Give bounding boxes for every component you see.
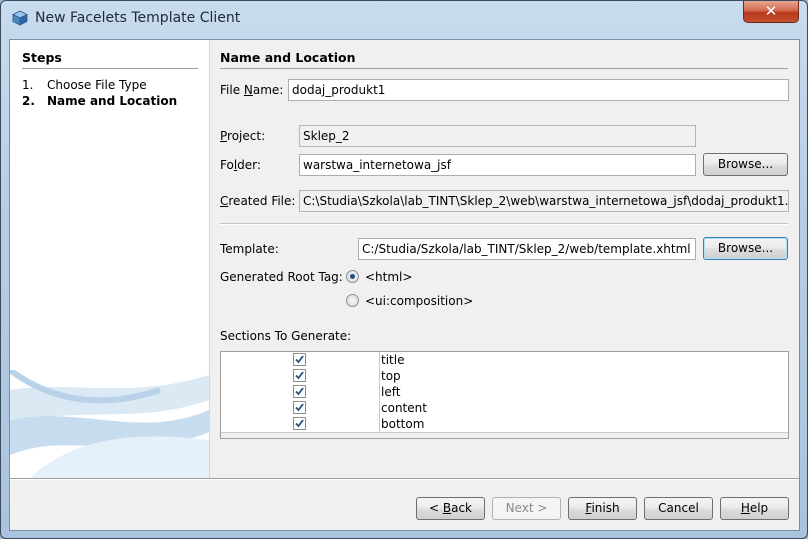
button-mnemonic: B — [442, 501, 452, 515]
section-checkbox[interactable] — [293, 385, 306, 398]
folder-browse-button[interactable]: Browse... — [703, 153, 788, 176]
separator — [220, 223, 788, 225]
dialog-content: Steps 1. Choose File Type 2. Name and Loca… — [9, 39, 800, 531]
back-button[interactable]: < Back — [416, 497, 485, 520]
next-button[interactable]: Next > — [492, 497, 561, 520]
swoosh-decoration-icon — [10, 370, 209, 478]
section-checkbox[interactable] — [293, 369, 306, 382]
steps-title: Steps — [22, 50, 198, 69]
button-label: elp — [749, 501, 769, 515]
table-row[interactable]: left — [221, 384, 788, 401]
step-label: Choose File Type — [47, 78, 147, 92]
label-text: File — [220, 83, 244, 97]
folder-input[interactable]: warstwa_internetowa_jsf — [299, 154, 696, 176]
window-title: New Facelets Template Client — [35, 10, 241, 26]
checkmark-icon — [295, 371, 304, 380]
project-field: Sklep_2 — [299, 125, 696, 147]
section-name: content — [381, 401, 427, 415]
button-label: < — [428, 501, 443, 515]
label-mnemonic: N — [243, 83, 253, 97]
button-label: Browse — [717, 157, 762, 171]
section-name: title — [381, 353, 405, 367]
project-label: Project: — [220, 129, 265, 143]
sections-table: title top left content bottom — [220, 351, 789, 439]
label-mnemonic: P — [220, 129, 228, 143]
checkmark-icon — [295, 419, 304, 428]
table-row[interactable]: bottom — [221, 416, 788, 433]
checkmark-icon — [295, 403, 304, 412]
file-name-label: File Name: — [220, 83, 283, 97]
button-label: inish — [591, 501, 620, 515]
root-tag-label: Generated Root Tag: — [220, 270, 343, 284]
created-file-field: C:\Studia\Szkola\lab_TINT\Sklep_2\web\wa… — [299, 190, 789, 212]
section-checkbox[interactable] — [293, 417, 306, 430]
name-location-panel: Name and Location File Name: dodaj_produ… — [209, 40, 799, 478]
table-row[interactable]: content — [221, 400, 788, 417]
section-checkbox[interactable] — [293, 401, 306, 414]
step-name-and-location: 2. Name and Location — [22, 94, 177, 108]
close-button[interactable]: ✕ — [743, 1, 799, 23]
section-checkbox-cell — [221, 400, 380, 416]
dialog-window: New Facelets Template Client ✕ Steps 1. C… — [0, 0, 808, 539]
step-number: 1. — [22, 78, 34, 92]
sections-label: Sections To Generate: — [220, 329, 352, 343]
button-label: ... — [761, 241, 774, 255]
template-input[interactable]: C:/Studia/Szkola/lab_TINT/Sklep_2/web/te… — [358, 238, 696, 260]
footer-separator — [10, 478, 799, 480]
radio-html-label[interactable]: <html> — [365, 270, 412, 284]
step-label: Name and Location — [47, 94, 178, 108]
template-browse-button[interactable]: Browse... — [703, 237, 788, 260]
checkmark-icon — [295, 355, 304, 364]
radio-ui-composition[interactable] — [346, 294, 359, 307]
steps-panel: Steps 1. Choose File Type 2. Name and Loca… — [10, 40, 210, 478]
section-name: top — [381, 369, 401, 383]
close-icon: ✕ — [764, 2, 778, 20]
radio-ui-composition-label[interactable]: <ui:composition> — [365, 294, 473, 308]
checkmark-icon — [295, 387, 304, 396]
section-checkbox-cell — [221, 368, 380, 384]
template-label: Template: — [220, 242, 279, 256]
section-name: left — [381, 385, 401, 399]
file-name-input[interactable]: dodaj_produkt1 — [288, 79, 789, 101]
section-checkbox[interactable] — [293, 353, 306, 366]
created-file-label: Created File: — [220, 194, 295, 208]
button-label: ack — [451, 501, 472, 515]
label-text: ame: — [252, 83, 284, 97]
section-name: bottom — [381, 417, 425, 431]
table-row[interactable]: top — [221, 368, 788, 385]
help-button[interactable]: Help — [720, 497, 789, 520]
button-label: Browse — [717, 241, 762, 255]
label-text: roject: — [227, 129, 266, 143]
label-text: reated File: — [228, 194, 296, 208]
button-mnemonic: H — [740, 501, 750, 515]
label-text: der: — [237, 158, 261, 172]
finish-button[interactable]: Finish — [568, 497, 637, 520]
table-row[interactable]: title — [221, 352, 788, 369]
section-checkbox-cell — [221, 352, 380, 368]
netbeans-cube-icon — [12, 10, 28, 26]
title-bar[interactable]: New Facelets Template Client ✕ — [1, 1, 807, 37]
step-number: 2. — [22, 94, 35, 108]
label-text: Fo — [220, 158, 234, 172]
radio-html[interactable] — [346, 270, 359, 283]
cancel-button[interactable]: Cancel — [644, 497, 713, 520]
section-checkbox-cell — [221, 384, 380, 400]
step-choose-file-type: 1. Choose File Type — [22, 78, 147, 92]
button-label: ... — [761, 157, 774, 171]
section-title: Name and Location — [220, 50, 788, 69]
folder-label: Folder: — [220, 158, 261, 172]
section-checkbox-cell — [221, 416, 380, 432]
